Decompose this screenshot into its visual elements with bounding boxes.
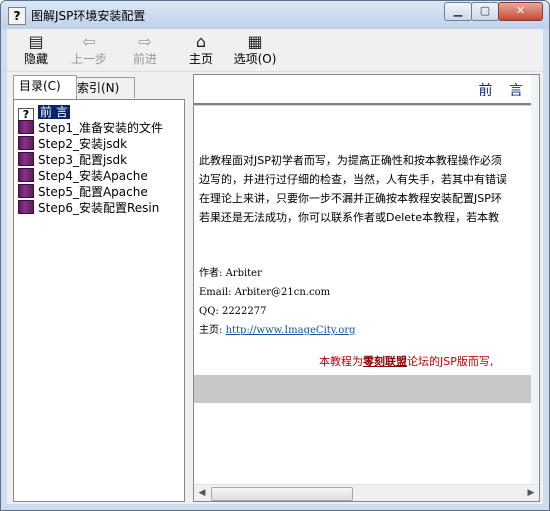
horizontal-scrollbar[interactable]: ◀ ▶ xyxy=(194,484,539,501)
client-area: ▤ 隐藏 ⇦ 上一步 ⇨ 前进 ⌂ 主页 ▦ 选项(O) 目录(C) 索引(N) xyxy=(7,29,543,504)
help-app-icon: ? xyxy=(8,7,26,25)
contents-tree: ? 前 言 Step1_准备安装的文件 Step2_安装jsdk Step3_配置… xyxy=(13,99,185,502)
tab-index[interactable]: 索引(N) xyxy=(71,77,135,98)
title-bar[interactable]: ? 图解JSP环境安装配置 ▁ ▢ ✕ xyxy=(1,1,549,29)
tree-item-step3[interactable]: Step3_配置jsdk xyxy=(18,152,127,168)
note-suffix: 论坛的JSP版而写, xyxy=(407,355,494,368)
paragraph-line: 若果还是无法成功，你可以联系作者或Delete本教程，若本教 xyxy=(199,211,500,224)
options-label: 选项(O) xyxy=(233,52,277,66)
forward-label: 前进 xyxy=(132,52,157,66)
tree-item-label: Step1_准备安装的文件 xyxy=(38,121,163,135)
tab-contents[interactable]: 目录(C) xyxy=(13,75,77,99)
paragraph-line: 此教程面对JSP初学者而写，为提高正确性和按本教程操作必须 xyxy=(199,154,502,167)
author-label: 作者: xyxy=(199,268,226,279)
maximize-button[interactable]: ▢ xyxy=(471,2,499,21)
window-controls: ▁ ▢ ✕ xyxy=(444,2,543,21)
tree-item-step5[interactable]: Step5_配置Apache xyxy=(18,184,148,200)
back-label: 上一步 xyxy=(70,52,107,66)
forward-button[interactable]: ⇨ 前进 xyxy=(121,32,169,70)
footer-bar xyxy=(194,375,532,403)
window-title: 图解JSP环境安装配置 xyxy=(31,9,146,23)
tree-item-step1[interactable]: Step1_准备安装的文件 xyxy=(18,120,163,136)
help-window: ? 图解JSP环境安装配置 ▁ ▢ ✕ ▤ 隐藏 ⇦ 上一步 ⇨ 前进 ⌂ 主页 xyxy=(0,0,550,511)
tree-item-step2[interactable]: Step2_安装jsdk xyxy=(18,136,127,152)
note-prefix: 本教程为 xyxy=(319,355,363,368)
tree-item-label: Step5_配置Apache xyxy=(38,185,148,199)
hide-button[interactable]: ▤ 隐藏 xyxy=(12,32,60,70)
forum-link[interactable]: 零刻联盟 xyxy=(363,355,407,368)
tree-item-preface[interactable]: ? 前 言 xyxy=(18,104,70,122)
arrow-left-icon: ⇦ xyxy=(82,32,96,51)
heading-divider xyxy=(194,103,539,106)
email-value: Arbiter@21cn.com xyxy=(234,287,331,298)
homepage-link[interactable]: http://www.ImageCity.org xyxy=(226,325,356,336)
author-value: Arbiter xyxy=(225,268,262,279)
tree-item-label: 前 言 xyxy=(38,105,70,119)
qq-label: QQ: xyxy=(199,306,222,317)
tree-item-step4[interactable]: Step4_安装Apache xyxy=(18,168,148,184)
tree-item-label: Step2_安装jsdk xyxy=(38,137,128,151)
minimize-button[interactable]: ▁ xyxy=(444,2,472,21)
scroll-right-icon[interactable]: ▶ xyxy=(523,486,539,500)
paragraph-line: 在理论上来讲，只要你一步不漏并正确按本教程安装配置JSP环 xyxy=(199,192,502,205)
options-button[interactable]: ▦ 选项(O) xyxy=(229,32,281,70)
scroll-left-icon[interactable]: ◀ xyxy=(194,486,210,500)
book-icon xyxy=(18,136,34,150)
book-icon xyxy=(18,152,34,166)
back-button[interactable]: ⇦ 上一步 xyxy=(65,32,113,70)
toolbar: ▤ 隐藏 ⇦ 上一步 ⇨ 前进 ⌂ 主页 ▦ 选项(O) xyxy=(7,29,543,72)
options-icon: ▦ xyxy=(247,32,263,51)
tree-item-label: Step3_配置jsdk xyxy=(38,153,128,167)
paragraph-line: 边写的，并进行过仔细的检查，当然，人有失手，若其中有错误 xyxy=(199,173,507,186)
homepage-line: 主页: http://www.ImageCity.org xyxy=(199,324,356,337)
tree-item-label: Step6_安装配置Resin xyxy=(38,201,160,215)
home-label: 主页 xyxy=(188,52,213,66)
homepage-label: 主页: xyxy=(199,325,226,336)
book-icon xyxy=(18,168,34,182)
book-icon xyxy=(18,200,34,214)
book-icon xyxy=(18,120,34,134)
qq-line: QQ: 2222277 xyxy=(199,305,267,318)
topic-heading: 前 言 xyxy=(478,83,529,99)
arrow-right-icon: ⇨ xyxy=(138,32,152,51)
qq-value: 2222277 xyxy=(221,306,267,317)
book-icon xyxy=(18,184,34,198)
email-label: Email: xyxy=(199,287,235,298)
home-button[interactable]: ⌂ 主页 xyxy=(177,32,225,70)
topic-content-pane[interactable]: 前 言 此教程面对JSP初学者而写，为提高正确性和按本教程操作必须 边写的，并进… xyxy=(193,74,540,502)
hide-pane-icon: ▤ xyxy=(28,32,44,51)
home-icon: ⌂ xyxy=(195,32,207,51)
hide-label: 隐藏 xyxy=(23,52,48,66)
close-button[interactable]: ✕ xyxy=(498,2,543,21)
scroll-thumb[interactable] xyxy=(211,487,353,501)
tree-item-step6[interactable]: Step6_安装配置Resin xyxy=(18,200,159,216)
author-line: 作者: Arbiter xyxy=(199,267,262,280)
forum-note: 本教程为零刻联盟论坛的JSP版而写, xyxy=(319,353,493,369)
tree-item-label: Step4_安装Apache xyxy=(38,169,148,183)
vertical-scrollbar[interactable] xyxy=(531,75,539,493)
email-line: Email: Arbiter@21cn.com xyxy=(199,286,330,299)
